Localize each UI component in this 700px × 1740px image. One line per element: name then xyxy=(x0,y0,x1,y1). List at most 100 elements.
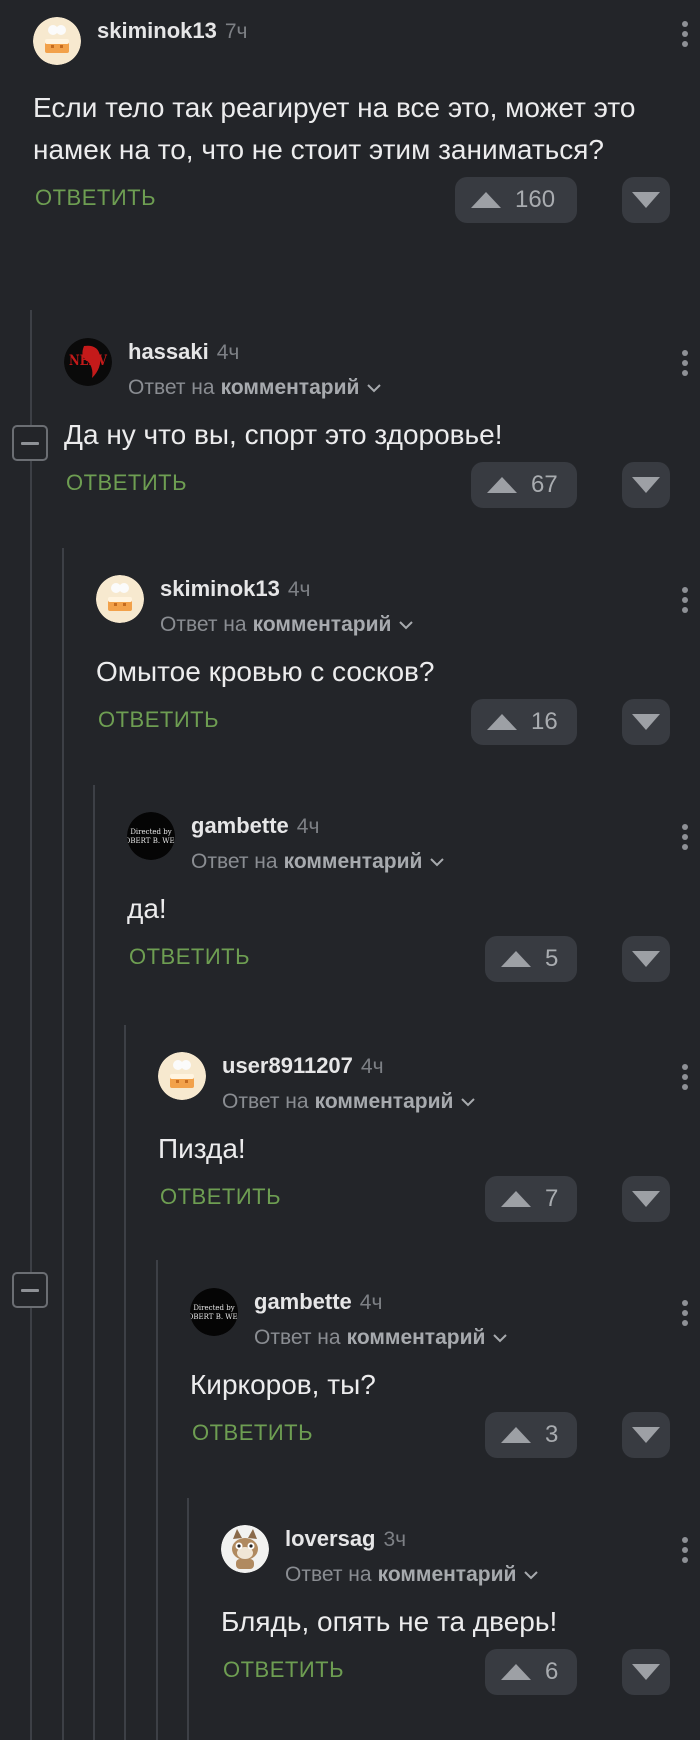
upvote-button[interactable]: 160 xyxy=(455,177,577,223)
arrow-up-icon xyxy=(471,192,501,208)
cat-avatar[interactable] xyxy=(221,1525,269,1573)
downvote-button[interactable] xyxy=(622,1649,670,1695)
username[interactable]: user8911207 xyxy=(222,1053,353,1078)
comment-meta: loversag 3ч Ответ на комментарий xyxy=(285,1525,630,1587)
reply-button[interactable]: ОТВЕТИТЬ xyxy=(35,185,156,211)
vote-count: 16 xyxy=(531,708,558,735)
reply-to-target: комментарий xyxy=(252,613,392,636)
arrow-down-icon xyxy=(632,1664,660,1680)
reply-to-prefix: Ответ на xyxy=(128,376,215,399)
reply-to-prefix: Ответ на xyxy=(160,613,247,636)
reply-to-link[interactable]: Ответ на комментарий xyxy=(285,1563,630,1587)
more-options-icon[interactable] xyxy=(670,1535,700,1565)
cake-avatar[interactable] xyxy=(96,575,144,623)
timestamp: 3ч xyxy=(383,1528,407,1551)
reply-button[interactable]: ОТВЕТИТЬ xyxy=(98,707,219,733)
comment-header: Directed by OBERT B. WEI gambette 4ч Ответ… xyxy=(127,812,688,876)
reply-to-link[interactable]: Ответ на комментарий xyxy=(191,850,630,874)
timestamp: 4ч xyxy=(287,578,311,601)
thread-line-1 xyxy=(30,310,32,1740)
downvote-button[interactable] xyxy=(622,177,670,223)
film-avatar[interactable]: Directed by OBERT B. WEI xyxy=(127,812,175,860)
username-row: loversag 3ч xyxy=(285,1525,630,1553)
more-options-icon[interactable] xyxy=(670,1298,700,1328)
reply-to-link[interactable]: Ответ на комментарий xyxy=(128,376,630,400)
more-options-icon[interactable] xyxy=(670,822,700,852)
comment-text: да! xyxy=(127,893,167,924)
reply-to-target: комментарий xyxy=(220,376,360,399)
more-options-icon[interactable] xyxy=(670,19,700,49)
comment: Directed by OBERT B. WEI gambette 4ч Ответ… xyxy=(127,812,688,984)
username-row: skiminok13 7ч xyxy=(97,17,630,45)
reply-to-prefix: Ответ на xyxy=(222,1090,309,1113)
nerv-avatar[interactable]: NERV xyxy=(64,338,112,386)
reply-to-prefix: Ответ на xyxy=(191,850,278,873)
username[interactable]: gambette xyxy=(254,1289,352,1314)
arrow-down-icon xyxy=(632,1191,660,1207)
comment-actions: ОТВЕТИТЬ 67 xyxy=(64,462,670,510)
comment: Directed by OBERT B. WEI gambette 4ч Ответ… xyxy=(190,1288,688,1460)
cake-avatar[interactable] xyxy=(33,17,81,65)
reply-button[interactable]: ОТВЕТИТЬ xyxy=(223,1657,344,1683)
more-options-icon[interactable] xyxy=(670,585,700,615)
comment: NERV hassaki 4ч Ответ на комментарий Да ну… xyxy=(64,338,688,510)
collapse-thread-button[interactable] xyxy=(12,1272,48,1308)
film-avatar[interactable]: Directed by OBERT B. WEI xyxy=(190,1288,238,1336)
username[interactable]: skiminok13 xyxy=(160,576,280,601)
arrow-down-icon xyxy=(632,951,660,967)
downvote-button[interactable] xyxy=(622,462,670,508)
chevron-down-icon xyxy=(367,384,382,393)
collapse-thread-button[interactable] xyxy=(12,425,48,461)
comment-text: Если тело так реагирует на все это, може… xyxy=(33,92,636,165)
vote-count: 6 xyxy=(545,1658,559,1685)
upvote-button[interactable]: 7 xyxy=(485,1176,577,1222)
comment-actions: ОТВЕТИТЬ 5 xyxy=(127,936,670,984)
username[interactable]: gambette xyxy=(191,813,289,838)
reply-to-link[interactable]: Ответ на комментарий xyxy=(160,613,630,637)
comment-text: Омытое кровью с сосков? xyxy=(96,656,435,687)
reply-button[interactable]: ОТВЕТИТЬ xyxy=(192,1420,313,1446)
arrow-up-icon xyxy=(487,714,517,730)
reply-button[interactable]: ОТВЕТИТЬ xyxy=(129,944,250,970)
more-options-icon[interactable] xyxy=(670,348,700,378)
comment-header: skiminok13 4ч Ответ на комментарий xyxy=(96,575,688,639)
vote-count: 160 xyxy=(515,186,556,213)
upvote-button[interactable]: 3 xyxy=(485,1412,577,1458)
arrow-up-icon xyxy=(501,951,531,967)
upvote-button[interactable]: 16 xyxy=(471,699,577,745)
reply-to-link[interactable]: Ответ на комментарий xyxy=(222,1090,630,1114)
username-row: hassaki 4ч xyxy=(128,338,630,366)
vote-count: 5 xyxy=(545,945,559,972)
reply-to-link[interactable]: Ответ на комментарий xyxy=(254,1326,630,1350)
downvote-button[interactable] xyxy=(622,699,670,745)
reply-button[interactable]: ОТВЕТИТЬ xyxy=(160,1184,281,1210)
svg-text:NERV: NERV xyxy=(69,353,108,369)
downvote-button[interactable] xyxy=(622,936,670,982)
upvote-button[interactable]: 5 xyxy=(485,936,577,982)
username-row: skiminok13 4ч xyxy=(160,575,630,603)
comment-actions: ОТВЕТИТЬ 3 xyxy=(190,1412,670,1460)
comment-actions: ОТВЕТИТЬ 7 xyxy=(158,1176,670,1224)
comment-meta: skiminok13 4ч Ответ на комментарий xyxy=(160,575,630,637)
svg-text:Directed by: Directed by xyxy=(193,1304,234,1312)
reply-to-prefix: Ответ на xyxy=(285,1563,372,1586)
downvote-button[interactable] xyxy=(622,1176,670,1222)
timestamp: 4ч xyxy=(216,341,240,364)
timestamp: 4ч xyxy=(359,1291,383,1314)
username[interactable]: hassaki xyxy=(128,339,209,364)
arrow-down-icon xyxy=(632,1427,660,1443)
username[interactable]: loversag xyxy=(285,1526,376,1551)
username[interactable]: skiminok13 xyxy=(97,18,217,43)
comment-header: skiminok13 7ч xyxy=(33,17,688,65)
reply-button[interactable]: ОТВЕТИТЬ xyxy=(66,470,187,496)
comment: skiminok13 7ч Если тело так реагирует на … xyxy=(33,17,688,225)
arrow-up-icon xyxy=(501,1191,531,1207)
upvote-button[interactable]: 67 xyxy=(471,462,577,508)
downvote-button[interactable] xyxy=(622,1412,670,1458)
reply-to-target: комментарий xyxy=(283,850,423,873)
timestamp: 7ч xyxy=(224,20,248,43)
comment-text: Да ну что вы, спорт это здоровье! xyxy=(64,419,503,450)
cake-avatar[interactable] xyxy=(158,1052,206,1100)
more-options-icon[interactable] xyxy=(670,1062,700,1092)
upvote-button[interactable]: 6 xyxy=(485,1649,577,1695)
